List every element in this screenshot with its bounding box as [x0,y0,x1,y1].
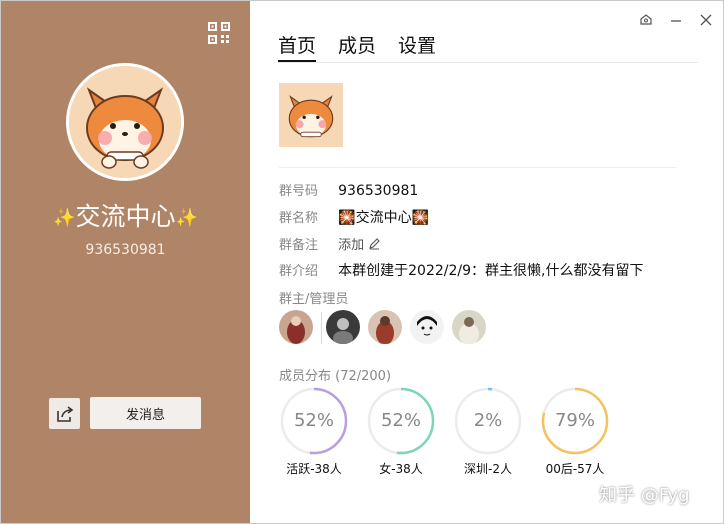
group-photo-thumbnail[interactable] [279,83,343,147]
admin-divider [321,312,322,344]
stat-label: 女-38人 [379,462,423,476]
stat-percent: 2% [473,410,503,431]
stat-percent: 79% [554,410,595,431]
stat-label: 活跃-38人 [286,462,342,476]
group-intro-label: 群介绍 [279,264,319,279]
admin-avatar[interactable] [279,310,313,344]
close-icon[interactable] [697,11,715,29]
stat-label: 00后-57人 [545,462,605,476]
send-message-button[interactable]: 发消息 [90,397,201,429]
share-button[interactable] [49,398,80,429]
group-remark-label: 群备注 [279,238,319,253]
add-remark-text: 添加 [338,238,365,253]
sparkle-icon: ✨ [175,207,198,229]
stat-active[interactable]: 52% 活跃-38人 [279,386,349,476]
qr-code-icon[interactable] [207,21,231,45]
share-icon [56,405,73,422]
group-number-value: 936530981 [338,183,419,199]
group-name-value: 🎇交流中心🎇 [338,210,430,226]
admin-avatar[interactable] [452,310,486,344]
sparkle-icon: ✨ [53,207,76,229]
pin-icon[interactable] [637,11,655,29]
watermark: 知乎 @Fyg [599,485,690,506]
group-profile-window: ✨交流中心✨ 936530981 发消息 首页 成员 设置 群号码 936530… [0,0,724,524]
group-avatar[interactable] [66,63,184,181]
tab-divider [278,62,698,63]
group-number-row: 群号码 936530981 [279,180,418,199]
admin-avatar[interactable] [368,310,402,344]
stat-age[interactable]: 79% 00后-57人 [540,386,610,476]
stat-female[interactable]: 52% 女-38人 [366,386,436,476]
stat-location[interactable]: 2% 深圳-2人 [453,386,523,476]
stat-percent: 52% [293,410,334,431]
minimize-icon[interactable] [667,11,685,29]
admin-avatar[interactable] [326,310,360,344]
group-name-row: 群名称 🎇交流中心🎇 [279,207,429,227]
group-name-label: 群名称 [279,211,319,226]
member-distribution-title: 成员分布 (72/200) [279,369,392,384]
tab-settings[interactable]: 设置 [398,31,436,58]
left-panel: ✨交流中心✨ 936530981 发消息 [1,1,250,523]
group-id-text: 936530981 [85,242,166,258]
add-remark-link[interactable]: 添加 [338,238,381,253]
group-name-heading: ✨交流中心✨ [53,202,198,231]
stat-label: 深圳-2人 [464,462,512,476]
group-remark-row: 群备注 添加 [279,234,381,253]
stat-percent: 52% [380,410,421,431]
section-divider [279,167,676,168]
tab-members[interactable]: 成员 [338,31,376,58]
admins-title: 群主/管理员 [279,292,349,307]
group-intro-row: 群介绍 本群创建于2022/2/9：群主很懒,什么都没有留下 [279,260,643,280]
group-intro-value: 本群创建于2022/2/9：群主很懒,什么都没有留下 [338,263,644,279]
edit-icon [369,238,381,250]
admin-avatar[interactable] [410,310,444,344]
group-number-label: 群号码 [279,184,319,199]
tab-home[interactable]: 首页 [278,31,317,62]
